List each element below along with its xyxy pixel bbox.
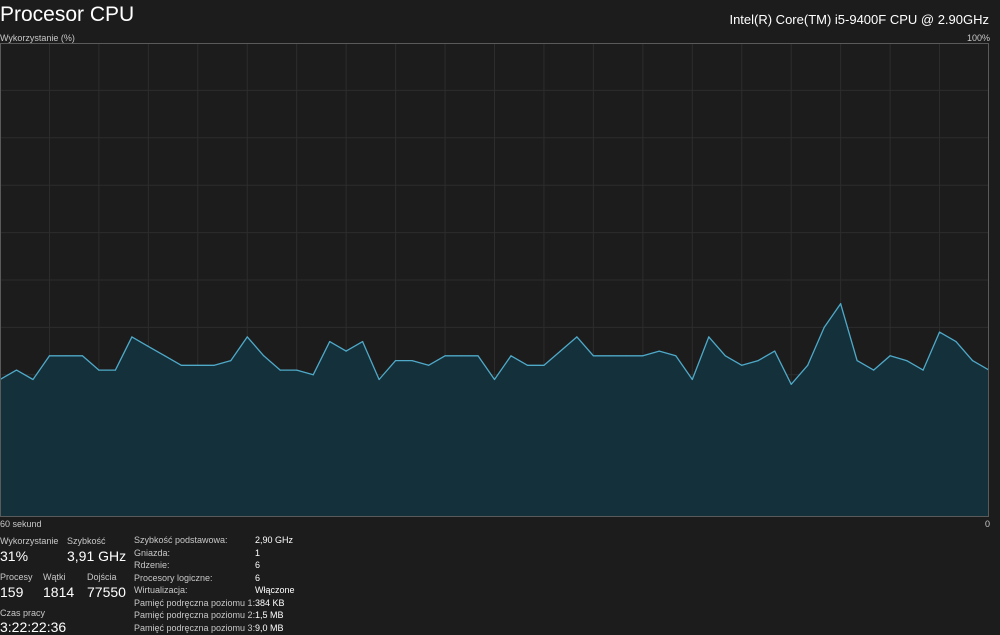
usage-point — [774, 350, 776, 352]
usage-point — [230, 360, 232, 362]
processes-label: Procesy — [0, 572, 33, 582]
detail-value: 6 — [255, 560, 261, 570]
detail-key: Gniazda: — [134, 547, 171, 558]
usage-point — [741, 364, 743, 366]
y-axis-label: Wykorzystanie (%) — [0, 33, 75, 43]
usage-point — [510, 355, 512, 357]
y-axis-max-label: 100% — [966, 33, 990, 43]
usage-point — [675, 355, 677, 357]
usage-point — [757, 360, 759, 362]
speed-value: 3,91 GHz — [67, 548, 127, 564]
handles-label: Dojścia — [87, 572, 117, 582]
usage-point — [708, 336, 710, 338]
y-axis-min-label: 0 — [984, 519, 990, 529]
usage-point — [164, 355, 166, 357]
usage-point — [81, 355, 83, 357]
usage-point — [312, 374, 314, 376]
usage-point — [213, 364, 215, 366]
usage-point — [395, 360, 397, 362]
usage-point — [444, 355, 446, 357]
usage-point — [329, 341, 331, 343]
detail-value: 1 — [255, 547, 261, 558]
usage-point — [460, 355, 463, 357]
usage-point — [592, 355, 595, 357]
usage-point — [642, 355, 644, 357]
usage-point — [938, 331, 941, 333]
usage-point — [691, 378, 693, 381]
detail-key: Szybkość podstawowa: — [134, 535, 228, 545]
usage-label: Wykorzystanie — [0, 536, 59, 546]
usage-point — [114, 369, 116, 371]
detail-key: Procesory logiczne: — [134, 572, 213, 583]
detail-value: 384 KB — [255, 597, 285, 608]
detail-value: Włączone — [255, 585, 295, 595]
usage-point — [15, 369, 18, 371]
usage-point — [889, 355, 891, 357]
usage-point — [362, 341, 364, 343]
usage-point — [576, 336, 578, 338]
cpu-model-name: Intel(R) Core(TM) i5-9400F CPU @ 2.90GHz — [729, 12, 989, 27]
usage-point — [65, 355, 67, 357]
usage-point — [856, 360, 858, 362]
detail-key: Pamięć podręczna poziomu 2: — [134, 610, 256, 620]
usage-point — [428, 364, 430, 366]
detail-value: 9,0 MB — [255, 622, 284, 633]
usage-point — [263, 355, 265, 357]
usage-point — [180, 364, 182, 366]
handles-value: 77550 — [87, 584, 126, 600]
usage-point — [823, 326, 825, 328]
usage-point — [98, 369, 100, 371]
usage-point — [32, 378, 34, 381]
usage-point — [411, 360, 413, 362]
usage-point — [790, 383, 792, 385]
usage-point — [477, 355, 479, 357]
usage-point — [971, 360, 974, 362]
processes-value: 159 — [0, 584, 24, 600]
usage-point — [131, 336, 133, 338]
usage-point — [147, 345, 149, 347]
usage-point — [378, 378, 380, 381]
detail-value: 2,90 GHz — [255, 535, 294, 545]
usage-point — [724, 355, 726, 357]
usage-point — [873, 369, 875, 371]
speed-label: Szybkość — [67, 536, 106, 546]
usage-point — [48, 355, 51, 357]
usage-point — [246, 336, 248, 338]
usage-point — [807, 364, 809, 366]
usage-point — [625, 355, 628, 357]
usage-point — [955, 341, 957, 343]
usage-value: 31% — [0, 548, 29, 564]
usage-point — [197, 364, 199, 366]
usage-point — [906, 360, 908, 362]
detail-key: Rdzenie: — [134, 560, 170, 570]
usage-point — [840, 303, 842, 305]
detail-value: 1,5 MB — [255, 610, 284, 620]
detail-value: 6 — [255, 572, 261, 583]
usage-point — [345, 350, 347, 352]
uptime-value: 3:22:22:36 — [0, 619, 67, 635]
threads-value: 1814 — [43, 584, 75, 600]
threads-label: Wątki — [43, 572, 66, 582]
x-axis-label: 60 sekund — [0, 519, 42, 529]
usage-point — [609, 355, 611, 357]
usage-point — [526, 364, 529, 366]
usage-point — [279, 369, 281, 371]
detail-key: Wirtualizacja: — [134, 585, 188, 595]
usage-point — [559, 350, 562, 352]
uptime-label: Czas pracy — [0, 608, 46, 618]
usage-point — [658, 350, 660, 352]
detail-key: Pamięć podręczna poziomu 3: — [134, 622, 256, 633]
detail-key: Pamięć podręczna poziomu 1: — [134, 597, 256, 608]
page-title: Procesor CPU — [0, 3, 135, 26]
usage-point — [922, 369, 924, 371]
usage-point — [296, 369, 298, 371]
usage-point — [543, 364, 545, 366]
usage-point — [493, 378, 496, 381]
cpu-usage-graph — [0, 43, 989, 517]
